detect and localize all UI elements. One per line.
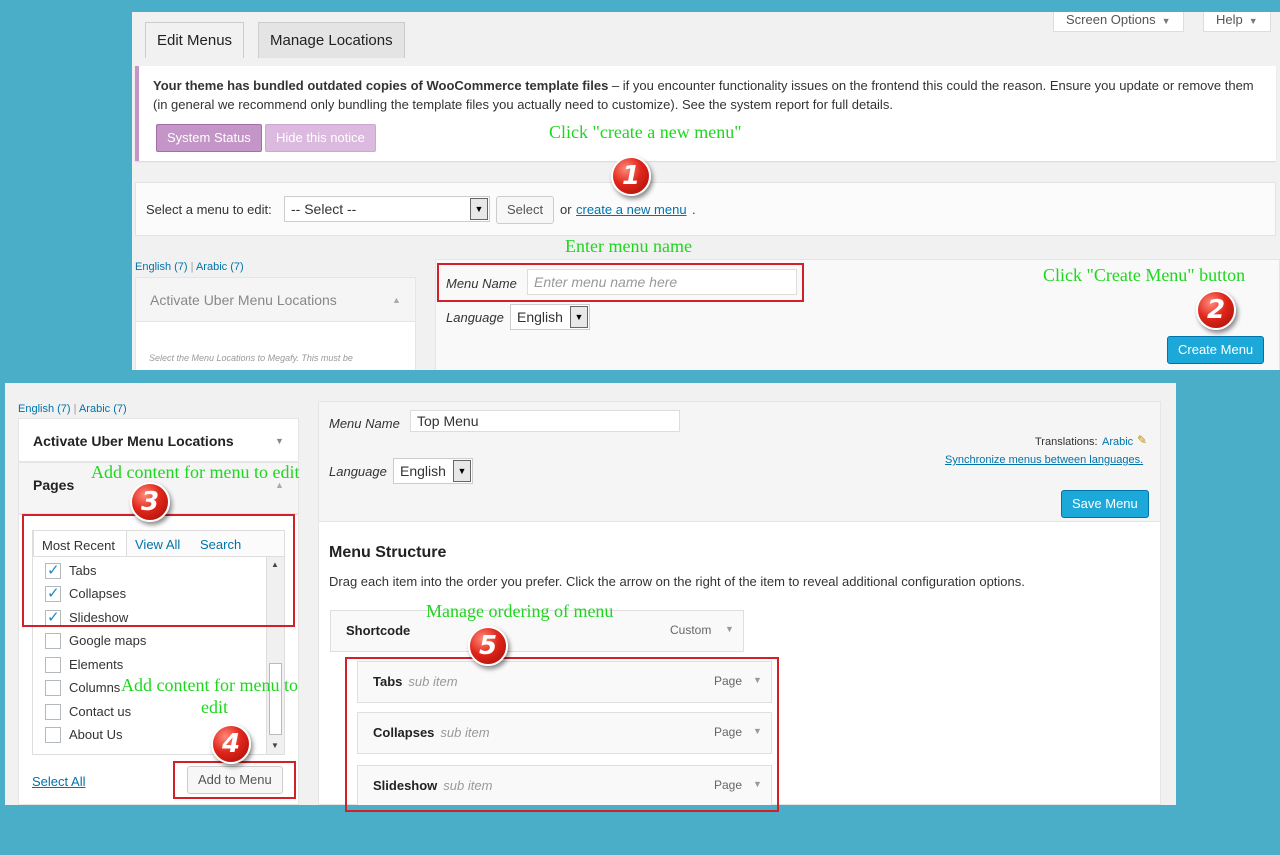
uber-menu-title: Activate Uber Menu Locations xyxy=(150,292,337,308)
checkbox-icon[interactable] xyxy=(45,657,61,673)
step-badge-5: 5 xyxy=(468,626,508,666)
english-link[interactable]: English (7) xyxy=(135,261,188,273)
period-text: . xyxy=(692,202,696,217)
select-all-link[interactable]: Select All xyxy=(32,774,85,789)
system-status-button[interactable]: System Status xyxy=(156,124,262,152)
page-label: Elements xyxy=(69,657,124,672)
pencil-icon[interactable]: ✎ xyxy=(1137,433,1147,447)
or-text: or xyxy=(560,202,572,217)
uber-menu-box: Activate Uber Menu Locations ▲ Select th… xyxy=(135,277,416,370)
arabic-link[interactable]: Arabic (7) xyxy=(79,403,127,415)
step-badge-4: 4 xyxy=(211,724,251,764)
triangle-down-icon: ▼ xyxy=(1161,16,1171,26)
checkbox-icon[interactable] xyxy=(45,680,61,696)
menu-select-value: -- Select -- xyxy=(291,201,357,217)
annotation-text-5: Manage ordering of menu xyxy=(426,601,614,621)
checkbox-icon[interactable] xyxy=(45,727,61,743)
uber-menu-header[interactable]: Activate Uber Menu Locations ▲ xyxy=(136,278,415,322)
notice-text: Your theme has bundled outdated copies o… xyxy=(153,76,1262,114)
lang-separator: | xyxy=(73,403,77,415)
menu-name-value: Top Menu xyxy=(417,413,479,429)
page-label: About Us xyxy=(69,727,123,742)
annotation-box-add-to-menu xyxy=(173,761,296,799)
step-badge-3: 3 xyxy=(130,482,170,522)
select-arrow-icon: ▼ xyxy=(470,198,488,220)
uber-menu-title: Activate Uber Menu Locations xyxy=(33,433,234,449)
top-panel: Edit Menus Manage Locations Screen Optio… xyxy=(132,12,1280,370)
checkbox-icon[interactable] xyxy=(45,633,61,649)
tab-edit-menus[interactable]: Edit Menus xyxy=(145,22,245,58)
language-select[interactable]: English ▼ xyxy=(393,458,473,484)
create-menu-button[interactable]: Create Menu xyxy=(1167,336,1265,364)
triangle-down-icon: ▼ xyxy=(1248,16,1258,26)
language-label: Language xyxy=(329,464,387,479)
language-links: English (7) | Arabic (7) xyxy=(135,261,244,273)
menu-structure-desc: Drag each item into the order you prefer… xyxy=(329,574,1025,589)
triangle-down-icon: ▼ xyxy=(275,436,284,446)
screen-options-label: Screen Options xyxy=(1066,12,1156,27)
translations-arabic-link[interactable]: Arabic xyxy=(1102,436,1133,448)
annotation-text-1: Click "create a new menu" xyxy=(549,122,742,142)
annotation-text-2: Click "Create Menu" button xyxy=(1043,265,1246,285)
help-button[interactable]: Help ▼ xyxy=(1203,12,1271,32)
menu-name-label: Menu Name xyxy=(329,416,400,431)
triangle-up-icon: ▲ xyxy=(392,295,401,305)
page-label: Contact us xyxy=(69,704,132,719)
menu-item-type: Custom xyxy=(670,623,712,637)
checkbox-icon[interactable] xyxy=(45,704,61,720)
annotation-text-4a: Add content for menu to xyxy=(121,675,298,695)
annotation-box-menu-name xyxy=(437,263,804,302)
language-label: Language xyxy=(446,310,504,325)
tab-manage-locations[interactable]: Manage Locations xyxy=(258,22,405,58)
language-select-value: English xyxy=(400,463,446,479)
language-select[interactable]: English ▼ xyxy=(510,304,590,330)
step-badge-2: 2 xyxy=(1196,290,1236,330)
page-label: Google maps xyxy=(69,633,147,648)
page-label: Columns xyxy=(69,680,121,695)
select-menu-label: Select a menu to edit: xyxy=(146,202,272,217)
step-badge-1: 1 xyxy=(611,156,651,196)
notice-bold: Your theme has bundled outdated copies o… xyxy=(153,78,609,93)
translations-label: Translations: xyxy=(1035,436,1098,448)
woocommerce-notice: Your theme has bundled outdated copies o… xyxy=(135,66,1276,161)
scrollbar-thumb[interactable] xyxy=(269,663,282,735)
pages-title: Pages xyxy=(33,477,75,493)
lang-separator: | xyxy=(190,261,194,273)
menu-select[interactable]: -- Select -- ▼ xyxy=(284,196,490,222)
annotation-box-pages xyxy=(22,514,295,627)
save-menu-button[interactable]: Save Menu xyxy=(1061,490,1149,518)
uber-menu-accordion[interactable]: Activate Uber Menu Locations ▼ xyxy=(18,418,299,462)
hide-notice-button[interactable]: Hide this notice xyxy=(265,124,376,152)
annotation-box-structure xyxy=(345,657,779,812)
select-arrow-icon: ▼ xyxy=(453,460,471,482)
create-new-menu-link[interactable]: create a new menu xyxy=(576,202,687,217)
menu-name-input[interactable]: Top Menu xyxy=(410,410,680,432)
select-arrow-icon: ▼ xyxy=(570,306,588,328)
triangle-down-icon[interactable]: ▼ xyxy=(725,624,734,634)
menu-editor-header: Menu Name Top Menu Translations: Arabic … xyxy=(319,402,1160,522)
arabic-link[interactable]: Arabic (7) xyxy=(196,261,244,273)
select-button[interactable]: Select xyxy=(496,196,555,224)
language-select-value: English xyxy=(517,309,563,325)
english-link[interactable]: English (7) xyxy=(18,403,71,415)
uber-menu-desc: Select the Menu Locations to Megafy. Thi… xyxy=(149,353,353,363)
annotation-text-3: Add content for menu to edit xyxy=(91,462,300,482)
menu-item-title: Shortcode xyxy=(346,623,411,638)
synchronize-link[interactable]: Synchronize menus between languages. xyxy=(945,454,1143,466)
scroll-down-icon[interactable]: ▼ xyxy=(271,741,279,750)
menu-structure-title: Menu Structure xyxy=(329,544,447,561)
help-label: Help xyxy=(1216,12,1243,27)
annotation-text-menu-name: Enter menu name xyxy=(565,236,692,256)
screen-options-button[interactable]: Screen Options ▼ xyxy=(1053,12,1184,32)
annotation-text-4b: edit xyxy=(201,697,228,717)
manage-menus-bar: Select a menu to edit: -- Select -- ▼ Se… xyxy=(135,182,1276,236)
language-links: English (7) | Arabic (7) xyxy=(18,403,127,415)
